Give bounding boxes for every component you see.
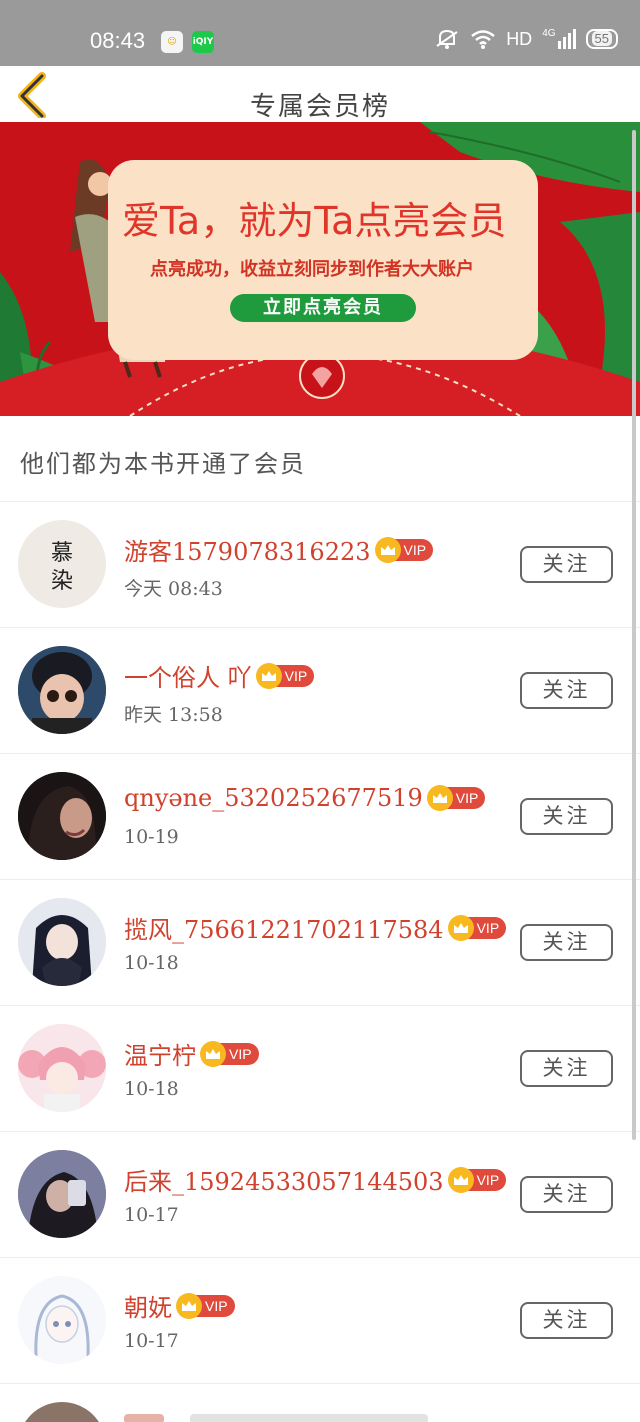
- user-name[interactable]: 温宁柠: [124, 1036, 196, 1071]
- follow-button[interactable]: 关注: [520, 924, 613, 961]
- list-item-partial[interactable]: [0, 1383, 640, 1422]
- dark-selfie-avatar: [18, 1150, 106, 1238]
- open-time: 昨天 13:58: [124, 704, 223, 726]
- avatar[interactable]: [18, 1402, 106, 1422]
- avatar[interactable]: [18, 1150, 106, 1238]
- signal-icon: 4G: [542, 28, 576, 49]
- follow-button[interactable]: 关注: [520, 672, 613, 709]
- user-name[interactable]: 一个俗人 吖: [124, 658, 252, 693]
- banner-headline: 爱Ta，就为Ta点亮会员: [122, 199, 507, 243]
- follow-button[interactable]: 关注: [520, 1302, 613, 1339]
- list-item[interactable]: 揽风_75661221702117584 VIP 10-18 关注: [0, 879, 640, 1005]
- anime-girl-avatar: [18, 898, 106, 986]
- crown-icon: [447, 914, 474, 941]
- status-bar: 08:43 ☺ iQIY HD 4G 55: [0, 0, 640, 66]
- avatar[interactable]: [18, 898, 106, 986]
- open-time: 10-19: [124, 826, 179, 848]
- scrollbar[interactable]: [632, 130, 636, 1140]
- dark-portrait-avatar: [18, 772, 106, 860]
- open-time: 10-17: [124, 1330, 179, 1352]
- battery-level: 55: [591, 31, 612, 46]
- list-item[interactable]: 一个俗人 吖 VIP 昨天 13:58 关注: [0, 627, 640, 753]
- crown-icon: [255, 662, 282, 689]
- network-hd-label: HD: [506, 28, 533, 49]
- crown-icon: [374, 536, 401, 563]
- follow-button[interactable]: 关注: [520, 546, 613, 583]
- iqiyi-icon: iQIY: [192, 31, 214, 53]
- chat-notify-icon: ☺: [161, 31, 183, 53]
- list-item[interactable]: qnyəne_5320252677519 VIP 10-19 关注: [0, 753, 640, 879]
- crown-icon: [447, 1166, 474, 1193]
- avatar[interactable]: [18, 646, 106, 734]
- cartoon-boy-avatar: [18, 646, 106, 734]
- list-item[interactable]: 后来_15924533057144503 VIP 10-17 关注: [0, 1131, 640, 1257]
- banner-subtext: 点亮成功，收益立刻同步到作者大大账户: [150, 259, 474, 280]
- open-time: 10-17: [124, 1204, 179, 1226]
- avatar[interactable]: [18, 772, 106, 860]
- user-name[interactable]: 朝妩: [124, 1288, 172, 1323]
- pink-anime-avatar: [18, 1024, 106, 1112]
- status-time: 08:43: [90, 28, 146, 53]
- list-item[interactable]: 慕 染 游客1579078316223 VIP 今天 08:43 关注: [0, 501, 640, 627]
- avatar[interactable]: [18, 1276, 106, 1364]
- open-time: 今天 08:43: [124, 578, 223, 600]
- section-title: 他们都为本书开通了会员: [20, 450, 306, 478]
- page-title: 专属会员榜: [249, 92, 390, 122]
- vip-badge: VIP: [255, 662, 315, 689]
- page-header: 专属会员榜: [0, 66, 640, 122]
- wifi-icon: [471, 30, 495, 49]
- avatar[interactable]: [18, 1024, 106, 1112]
- vip-badge: VIP: [176, 1292, 235, 1319]
- open-time: 10-18: [124, 952, 179, 974]
- vip-badge: VIP: [200, 1040, 259, 1067]
- status-indicators: HD 4G 55: [434, 28, 618, 50]
- mute-icon: [436, 29, 458, 49]
- signal-4g-label: 4G: [542, 28, 556, 39]
- user-name[interactable]: 后来_15924533057144503: [124, 1162, 444, 1197]
- calligraphy-avatar: 慕 染: [51, 541, 73, 594]
- battery-icon: 55: [585, 29, 618, 49]
- vip-badge: VIP: [447, 1166, 507, 1193]
- list-item[interactable]: 温宁柠 VIP 10-18 关注: [0, 1005, 640, 1131]
- promo-banner[interactable]: 爱Ta，就为Ta点亮会员 点亮成功，收益立刻同步到作者大大账户 立即点亮会员: [0, 122, 640, 416]
- avatar[interactable]: 慕 染: [18, 520, 106, 608]
- sketch-anime-avatar: [18, 1276, 106, 1364]
- vip-badge: VIP: [426, 785, 486, 811]
- svg-text:慕: 慕: [51, 541, 73, 566]
- crown-icon: [176, 1292, 202, 1319]
- light-up-vip-button[interactable]: 立即点亮会员: [230, 294, 416, 322]
- follow-button[interactable]: 关注: [520, 1176, 613, 1213]
- vip-badge: VIP: [447, 914, 507, 941]
- vip-badge: VIP: [374, 536, 434, 563]
- vip-badge-placeholder: [190, 1414, 428, 1422]
- follow-button[interactable]: 关注: [520, 798, 613, 835]
- open-time: 10-18: [124, 1078, 179, 1100]
- user-name[interactable]: 揽风_75661221702117584: [124, 910, 444, 945]
- user-name-placeholder: [124, 1414, 164, 1422]
- crown-icon: [200, 1040, 226, 1067]
- list-item[interactable]: 朝妩 VIP 10-17 关注: [0, 1257, 640, 1383]
- user-name[interactable]: qnyəne_5320252677519: [124, 784, 423, 812]
- svg-text:染: 染: [51, 569, 73, 594]
- crown-icon: [426, 785, 453, 811]
- follow-button[interactable]: 关注: [520, 1050, 613, 1087]
- user-name[interactable]: 游客1579078316223: [124, 532, 371, 567]
